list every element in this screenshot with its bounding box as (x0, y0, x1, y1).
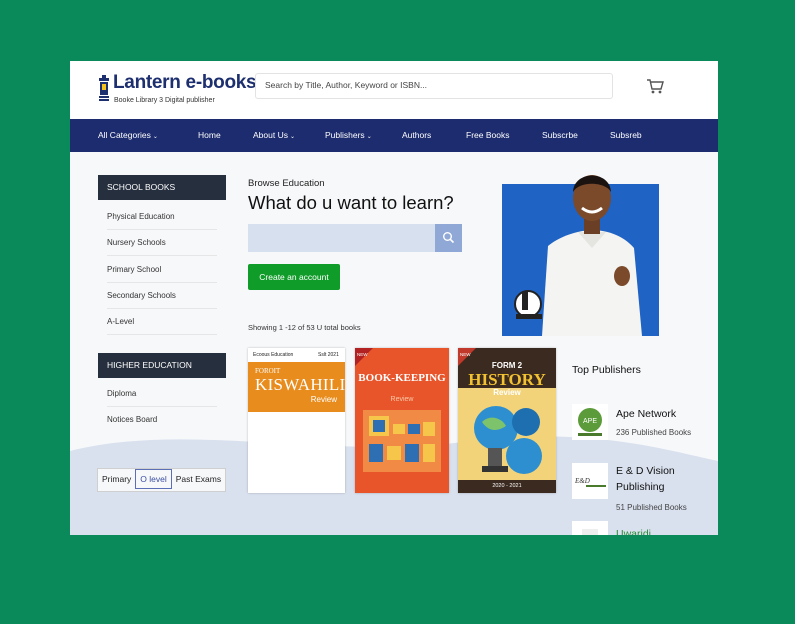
page-title: What do u want to learn? (248, 192, 454, 213)
sidebar-item-primary-school[interactable]: Primary School (107, 257, 217, 283)
e-d-vision-logo-icon: E&D (574, 477, 606, 487)
results-count: Showing 1 -12 of 53 U total books (248, 323, 361, 332)
svg-text:APE: APE (583, 418, 597, 425)
nav-label: About Us (253, 130, 288, 140)
sidebar-item-secondary-schools[interactable]: Secondary Schools (107, 283, 217, 309)
nav-label: Free Books (466, 130, 510, 140)
book-card-history[interactable]: NEW FORM 2 HISTORY Review 2020 - 2021 (458, 348, 556, 493)
nav-free-books[interactable]: Free Books (466, 119, 509, 152)
publisher-name[interactable]: Ape Network (616, 406, 676, 422)
chevron-down-icon: ⌄ (289, 134, 295, 140)
book-card-kiswahili[interactable]: Ecoous Education Sslt 2021 FOROIT KISWAH… (248, 348, 345, 493)
book-title: HISTORY (468, 370, 546, 389)
publisher-logo[interactable]: APE (572, 404, 608, 440)
publisher-count: 236 Published Books (616, 428, 692, 437)
sidebar-item-nursery-schools[interactable]: Nursery Schools (107, 230, 217, 256)
book-pre: FOROIT (255, 367, 281, 375)
book-pre: FORM 2 (491, 361, 523, 370)
main-search-input[interactable] (248, 224, 438, 254)
uwaridi-logo-icon (582, 529, 598, 535)
higher-education-heading: HIGHER EDUCATION (98, 353, 226, 378)
create-account-button[interactable]: Create an account (248, 264, 340, 290)
browser-frame: Lantern e-books Booke Library 3 Digital … (70, 61, 718, 535)
svg-text:NEW: NEW (357, 352, 368, 357)
nav-label: Authors (402, 130, 432, 140)
nav-about-us[interactable]: About Us ⌄ (253, 119, 295, 152)
book-author (355, 480, 449, 485)
sidebar-item-a-level[interactable]: A-Level (107, 309, 217, 335)
book-illustration (474, 406, 542, 474)
book-title: KISWAHILI (255, 375, 345, 394)
nav-subscribe[interactable]: Subscrbe (542, 119, 578, 152)
site-header: Lantern e-books Booke Library 3 Digital … (70, 61, 718, 119)
hero-student-image (502, 175, 659, 336)
tab-past-exams[interactable]: Past Exams (172, 469, 225, 489)
nav-label: All Categories (98, 130, 151, 140)
top-publishers-title: Top Publishers (572, 364, 641, 376)
school-books-heading: SCHOOL BOOKS (98, 175, 226, 200)
svg-text:NEW: NEW (460, 352, 471, 357)
tab-o-level[interactable]: O level (135, 469, 172, 489)
book-sub: Review (390, 396, 414, 403)
chevron-down-icon: ⌄ (366, 134, 372, 140)
sidebar-item-diploma[interactable]: Diploma (107, 381, 217, 407)
nav-label: Home (198, 130, 221, 140)
microscope-icon (514, 290, 542, 319)
book-year: 2020 - 2021 (492, 483, 522, 489)
svg-text:E&D: E&D (574, 477, 590, 485)
book-footer: 2020 - 2021 (458, 480, 556, 493)
publisher-name[interactable]: E & D Vision Publishing (616, 463, 716, 495)
nav-label: Subscrbe (542, 130, 578, 140)
book-title: BOOK-KEEPING (358, 372, 446, 384)
publisher-count: 51 Published Books (616, 503, 687, 512)
publisher-logo[interactable] (572, 521, 608, 535)
logo-title: Lantern e-books (113, 72, 257, 93)
logo-tagline: Booke Library 3 Digital publisher (114, 97, 215, 104)
nav-publishers[interactable]: Publishers ⌄ (325, 119, 372, 152)
lantern-icon (99, 75, 109, 101)
nav-all-categories[interactable]: All Categories ⌄ (98, 119, 158, 152)
breadcrumb: Browse Education (248, 178, 325, 189)
publisher-logo[interactable]: E&D (572, 463, 608, 499)
sidebar-item-physical-education[interactable]: Physical Education (107, 204, 217, 230)
new-badge: NEW (355, 348, 373, 366)
ape-network-logo-icon: APE (578, 408, 602, 436)
nav-subsreb[interactable]: Subsreb (610, 119, 642, 152)
nav-home[interactable]: Home (198, 119, 221, 152)
book-sub: Review (310, 395, 337, 404)
main-search[interactable] (248, 224, 462, 254)
main-nav: All Categories ⌄ Home About Us ⌄ Publisher… (70, 119, 718, 152)
level-tabs: Primary O level Past Exams (97, 468, 227, 492)
chevron-down-icon: ⌄ (152, 134, 158, 140)
book-edition: Sslt 2021 (318, 352, 339, 358)
search-icon (442, 231, 455, 244)
publisher-name[interactable]: Uwaridi (616, 526, 651, 535)
sidebar-item-notices-board[interactable]: Notices Board (107, 407, 217, 433)
header-search-input[interactable] (256, 74, 605, 96)
search-button[interactable] (435, 224, 462, 252)
book-illustration (363, 410, 441, 472)
book-card-book-keeping[interactable]: NEW BOOK-KEEPING Review (355, 348, 449, 493)
book-cover-band: FOROIT KISWAHILI Review (248, 362, 345, 412)
nav-authors[interactable]: Authors (402, 119, 431, 152)
book-sub: Review (493, 388, 521, 397)
book-publisher: Ecoous Education (253, 352, 294, 358)
header-search[interactable] (255, 73, 613, 99)
nav-label: Publishers (325, 130, 365, 140)
nav-label: Subsreb (610, 130, 642, 140)
tab-primary[interactable]: Primary (98, 469, 135, 489)
cart-icon[interactable] (646, 78, 664, 94)
